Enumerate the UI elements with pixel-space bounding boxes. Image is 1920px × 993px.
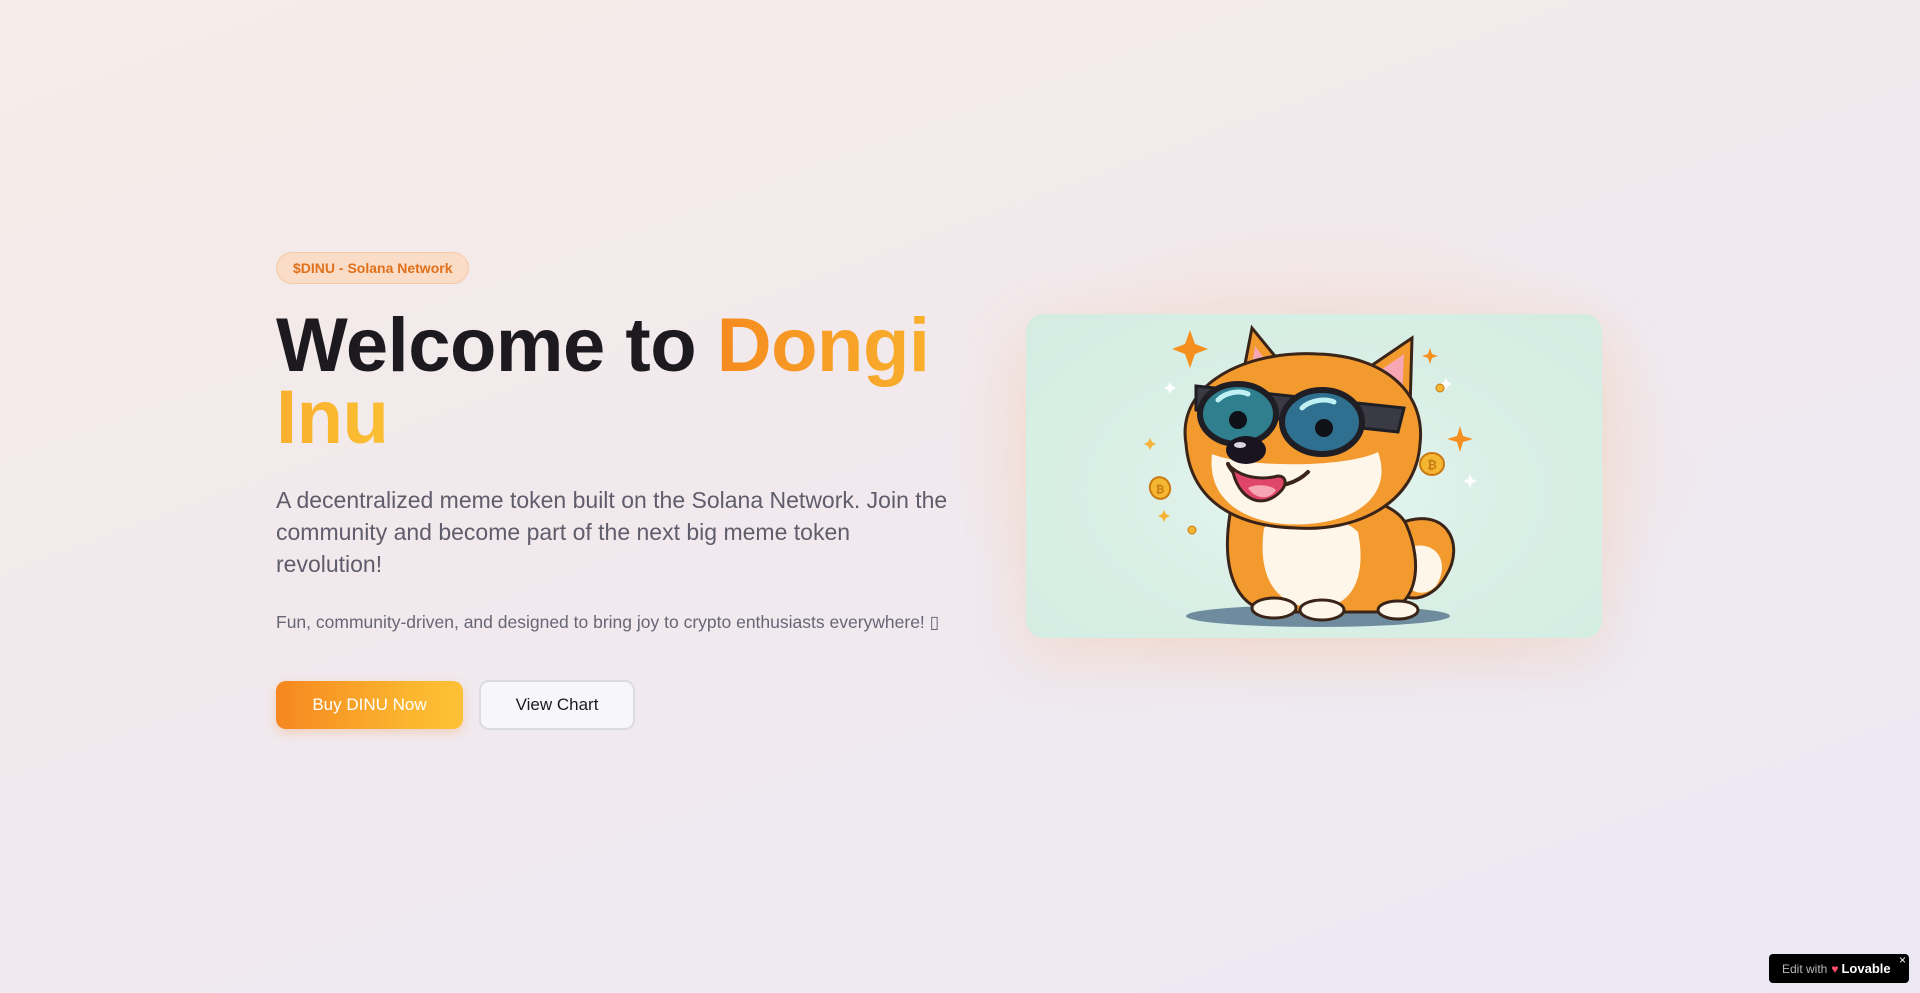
mascot-image-card: ₿ ₿ <box>1026 314 1602 638</box>
view-chart-button[interactable]: View Chart <box>479 680 635 730</box>
lead-paragraph: A decentralized meme token built on the … <box>276 487 948 577</box>
lovable-badge[interactable]: Edit with ♥ Lovable × <box>1769 953 1909 983</box>
network-badge: $DINU - Solana Network <box>276 252 470 284</box>
sub-paragraph: Fun, community-driven, and designed to b… <box>276 612 940 632</box>
hero-section: $DINU - Solana Network Welcome to Dongi … <box>276 252 956 730</box>
lovable-heart-icon: ♥ <box>1831 961 1839 976</box>
edit-with-label: Edit with <box>1782 961 1828 976</box>
shiba-inu-sunglasses-illustration-icon: ₿ ₿ <box>1144 324 1477 627</box>
svg-text:₿: ₿ <box>1156 483 1165 496</box>
lovable-brand-label: Lovable <box>1841 961 1891 976</box>
buy-button[interactable]: Buy DINU Now <box>276 681 463 729</box>
hero-actions: Buy DINU Now View Chart <box>276 680 956 730</box>
close-icon[interactable]: × <box>1899 953 1906 967</box>
coin-icon: ₿ <box>1419 452 1445 476</box>
svg-text:₿: ₿ <box>1427 458 1437 472</box>
page-title: Welcome to Dongi Inu <box>276 308 956 456</box>
